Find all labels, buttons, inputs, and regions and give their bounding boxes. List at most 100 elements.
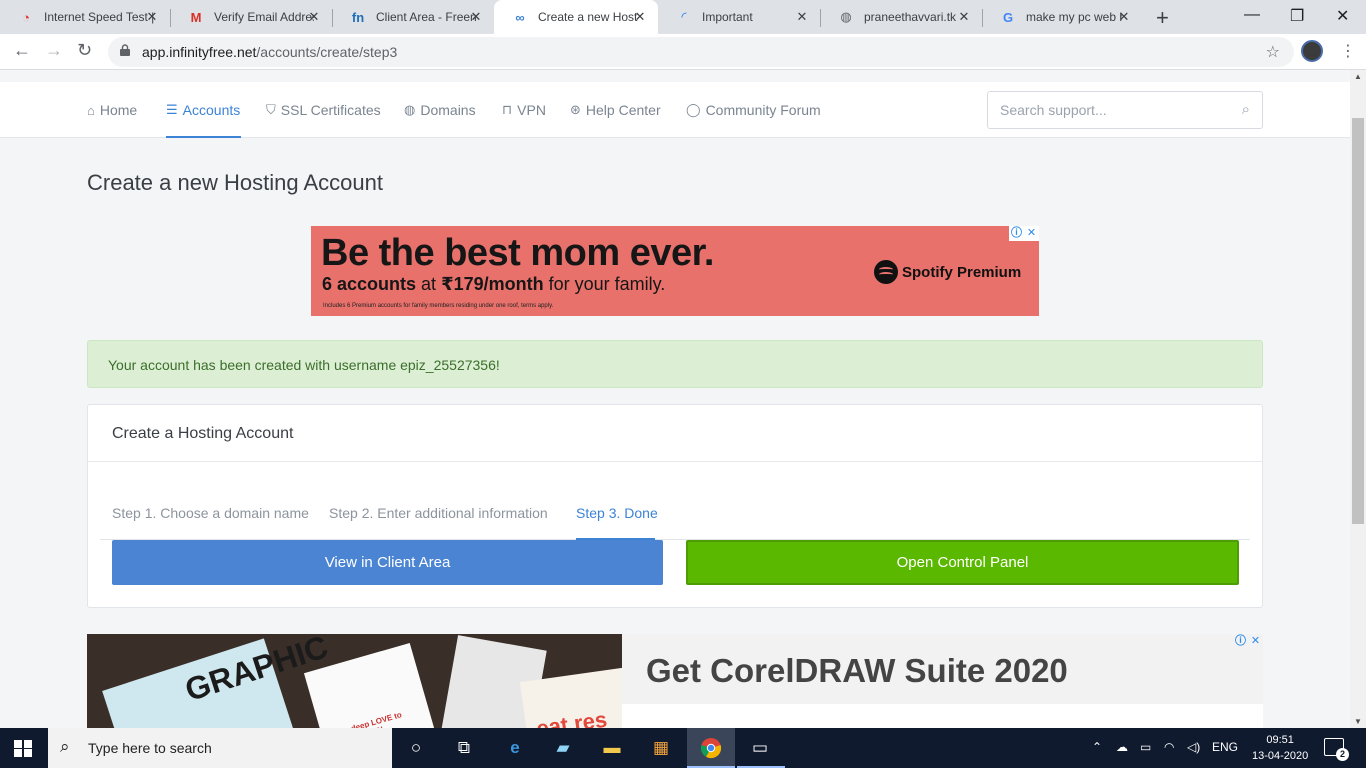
- nav-label: Help Center: [585, 102, 661, 118]
- page-title: Create a new Hosting Account: [87, 170, 383, 195]
- view-client-area-button[interactable]: View in Client Area: [112, 540, 663, 585]
- restore-button[interactable]: ❐: [1290, 6, 1304, 26]
- nav-accounts[interactable]: ☰ Accounts: [166, 102, 240, 118]
- windows-taskbar: ⌕ Type here to search ○ ⧉ e ▰ ▬ ▦ ▭ ⌃ ☁ …: [0, 728, 1366, 768]
- search-input[interactable]: [1000, 102, 1220, 118]
- close-icon[interactable]: ✕: [794, 9, 810, 25]
- cortana-icon[interactable]: ○: [404, 736, 428, 760]
- tab-important[interactable]: ◜ Important ✕: [658, 0, 820, 34]
- step-3: Step 3. Done: [576, 505, 658, 521]
- page-viewport: ⌂ Home ☰ Accounts ⛉ SSL Certificates ◍ D…: [0, 70, 1350, 728]
- close-icon[interactable]: ✕: [956, 9, 972, 25]
- step-1: Step 1. Choose a domain name: [112, 505, 309, 521]
- adchoices-icon[interactable]: ⓘ: [1233, 634, 1248, 649]
- nav-community-forum[interactable]: ◯ Community Forum: [686, 102, 821, 118]
- close-icon[interactable]: ✕: [632, 9, 648, 25]
- new-tab-button[interactable]: +: [1156, 5, 1169, 31]
- globe-icon: ◍: [840, 9, 852, 24]
- windows-start-icon[interactable]: [14, 740, 32, 757]
- tab-title: Create a new Hosting Account: [538, 10, 638, 24]
- close-icon[interactable]: ✕: [306, 9, 322, 25]
- profile-avatar[interactable]: [1301, 40, 1323, 62]
- ad-fine-print: Includes 6 Premium accounts for family m…: [323, 303, 554, 309]
- tab-google-search[interactable]: G make my pc web hosting ✕: [982, 0, 1142, 34]
- ad-sub-mid: at: [416, 274, 442, 294]
- close-icon[interactable]: ✕: [1116, 9, 1132, 25]
- infinityfree-icon: ∞: [515, 9, 525, 25]
- freenom-icon: fn: [351, 9, 365, 25]
- server-icon: ☰: [166, 102, 178, 117]
- nav-domains[interactable]: ◍ Domains: [404, 102, 476, 118]
- clock[interactable]: 09:51 13-04-2020: [1252, 732, 1308, 764]
- close-icon[interactable]: ✕: [468, 9, 484, 25]
- chrome-logo-icon: [700, 738, 722, 759]
- menu-kebab-icon[interactable]: ⋮: [1340, 41, 1356, 61]
- card-title: Create a Hosting Account: [112, 425, 294, 442]
- volume-icon[interactable]: ◁): [1187, 740, 1200, 754]
- alert-text: Your account has been created with usern…: [108, 357, 500, 373]
- spotify-ad-banner[interactable]: Be the best mom ever. 6 accounts at ₹179…: [311, 226, 1039, 316]
- tab-gmail[interactable]: M Verify Email Address ✕: [170, 0, 332, 34]
- tab-speedtest[interactable]: ◔ Internet Speed Test | Fast.com ✕: [0, 0, 170, 34]
- task-view-icon[interactable]: ⧉: [452, 736, 476, 760]
- onedrive-icon[interactable]: ☁: [1116, 740, 1128, 754]
- coreldraw-ad-banner[interactable]: GRAPHIC deep LOVE to DESIGN. eat res Get…: [87, 634, 1263, 728]
- tab-title: make my pc web hosting: [1026, 10, 1122, 24]
- clock-date: 13-04-2020: [1252, 750, 1309, 762]
- page-scrollbar[interactable]: ▲ ▼: [1350, 70, 1366, 728]
- tab-create-hosting[interactable]: ∞ Create a new Hosting Account ✕: [494, 0, 658, 34]
- address-bar[interactable]: app.infinityfree.net/accounts/create/ste…: [108, 37, 1294, 67]
- nav-label: Community Forum: [705, 102, 821, 118]
- ad-sub-end: for your family.: [543, 274, 666, 294]
- card-header: Create a Hosting Account: [88, 405, 1262, 462]
- edge-icon[interactable]: e: [503, 736, 527, 760]
- chrome-icon[interactable]: [687, 728, 735, 768]
- back-arrow-icon[interactable]: ←: [13, 40, 31, 61]
- reload-icon[interactable]: ↻: [77, 40, 92, 61]
- search-icon[interactable]: ⌕: [1242, 101, 1250, 118]
- forward-arrow-icon[interactable]: →: [45, 40, 63, 61]
- nav-help-center[interactable]: ⊛ Help Center: [570, 102, 661, 118]
- open-control-panel-button[interactable]: Open Control Panel: [686, 540, 1239, 585]
- ad-subline: 6 accounts at ₹179/month for your family…: [322, 274, 665, 295]
- nav-home[interactable]: ⌂ Home: [87, 102, 137, 118]
- notepad-icon[interactable]: ▰: [551, 736, 575, 760]
- tab-freenom[interactable]: fn Client Area - Freenom ✕: [332, 0, 494, 34]
- ad-mag2-text: deep LOVE to DESIGN.: [349, 710, 403, 728]
- ad-headline: Get CorelDRAW Suite 2020: [646, 652, 1068, 689]
- hosting-account-card: Create a Hosting Account Step 1. Choose …: [87, 404, 1263, 608]
- minimize-button[interactable]: —: [1244, 6, 1260, 24]
- url-text: app.infinityfree.net/accounts/create/ste…: [142, 44, 397, 60]
- nav-label: VPN: [517, 102, 546, 118]
- store-icon[interactable]: ▦: [649, 736, 673, 760]
- lock-icon: ⊓: [502, 102, 513, 117]
- ad-magazine-graphic: GRAPHIC: [102, 634, 332, 728]
- loading-icon: ◜: [681, 9, 687, 24]
- nav-vpn[interactable]: ⊓ VPN: [502, 102, 546, 118]
- tab-praneeth[interactable]: ◍ praneethavvari.tk ✕: [820, 0, 982, 34]
- scroll-up-icon[interactable]: ▲: [1354, 72, 1362, 81]
- language-indicator[interactable]: ENG: [1212, 740, 1238, 754]
- ad-close-icon[interactable]: ✕: [1024, 226, 1039, 241]
- close-icon[interactable]: ✕: [144, 9, 160, 25]
- scroll-down-icon[interactable]: ▼: [1354, 717, 1362, 726]
- action-center-icon[interactable]: 2: [1324, 738, 1349, 761]
- lifebuoy-icon: ⊛: [570, 102, 581, 117]
- terminal-icon[interactable]: ▭: [748, 736, 772, 760]
- lock-icon: [120, 44, 130, 56]
- brand-label: Spotify Premium: [902, 263, 1022, 281]
- gmail-icon: M: [190, 9, 202, 25]
- bookmark-star-icon[interactable]: ☆: [1266, 42, 1280, 62]
- ad-close-icon[interactable]: ✕: [1248, 634, 1263, 649]
- file-explorer-icon[interactable]: ▬: [600, 736, 624, 760]
- nav-ssl[interactable]: ⛉ SSL Certificates: [266, 102, 381, 118]
- ad-magazine-image: GRAPHIC deep LOVE to DESIGN. eat res: [87, 634, 622, 728]
- adchoices-icon[interactable]: ⓘ: [1009, 226, 1024, 241]
- tray-chevron-icon[interactable]: ⌃: [1092, 740, 1102, 754]
- taskbar-search-box[interactable]: ⌕ Type here to search: [48, 728, 392, 768]
- window-close-button[interactable]: ✕: [1336, 6, 1349, 26]
- battery-icon[interactable]: ▭: [1140, 740, 1151, 754]
- scrollbar-thumb[interactable]: [1352, 118, 1364, 524]
- url-host: app.infinityfree.net: [142, 44, 257, 60]
- wifi-icon[interactable]: ◠: [1164, 740, 1174, 754]
